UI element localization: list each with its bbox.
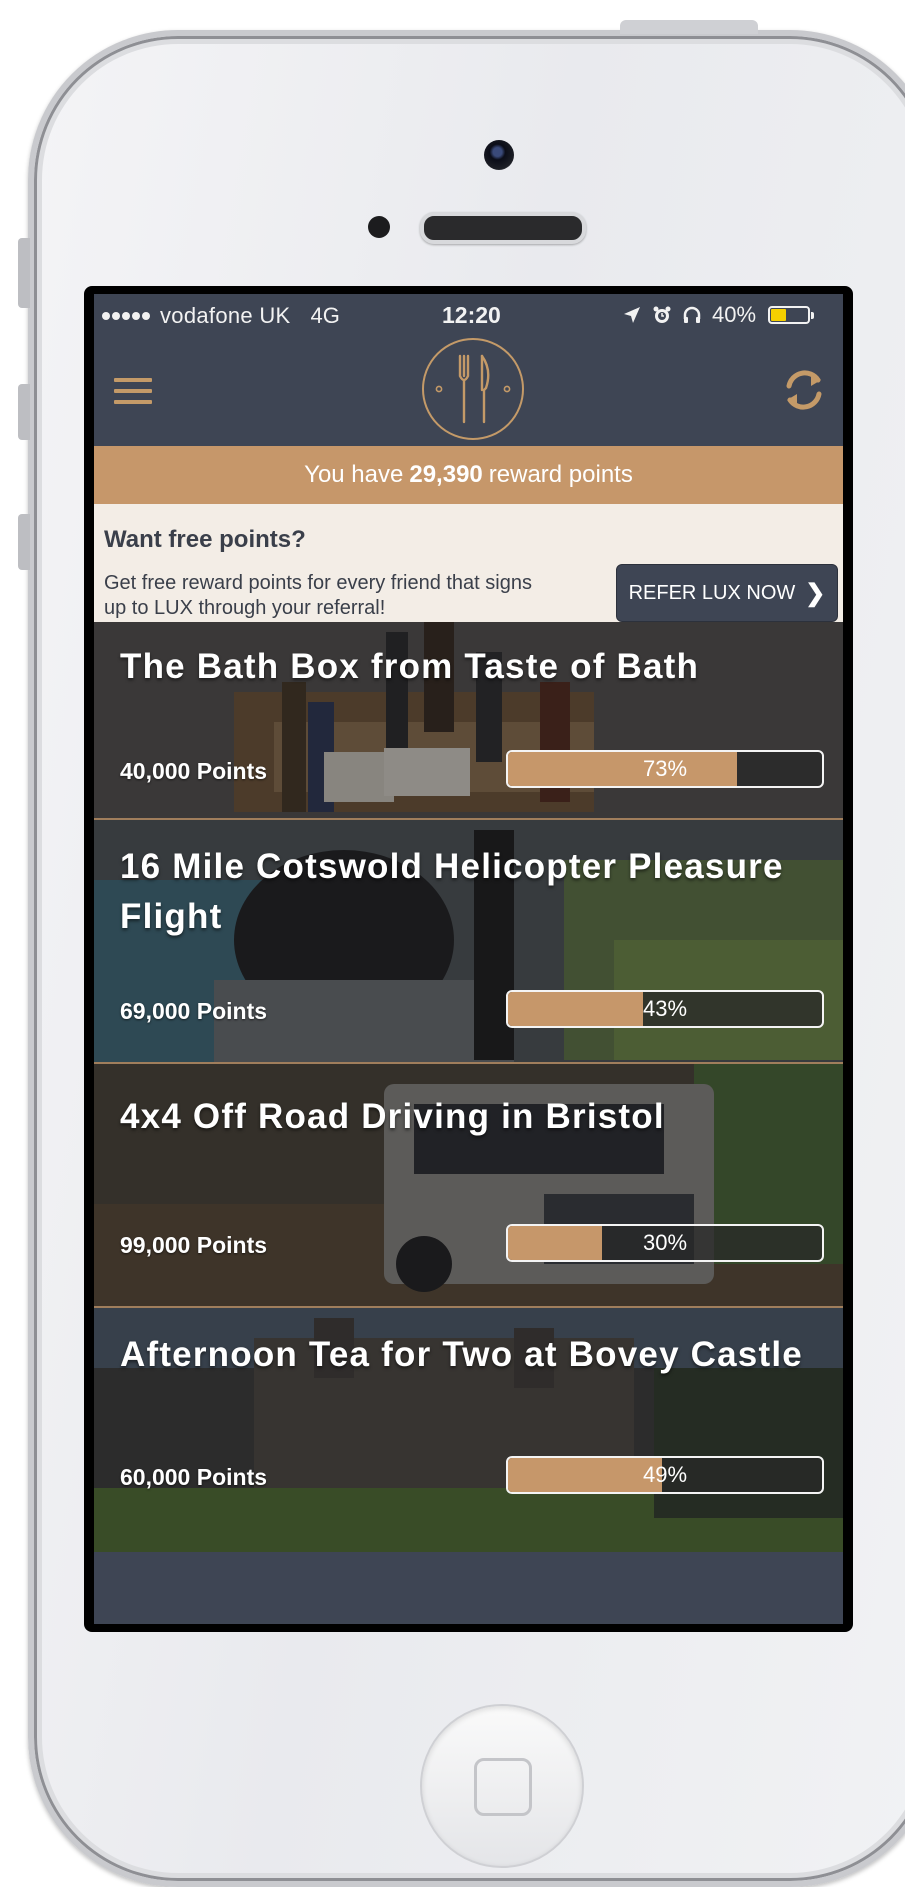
earpiece-speaker xyxy=(420,212,586,244)
refer-lux-button[interactable]: REFER LUX NOW ❯ xyxy=(616,564,838,622)
refer-button-label: REFER LUX NOW xyxy=(628,581,796,604)
home-button[interactable] xyxy=(420,1704,584,1868)
reward-title: Afternoon Tea for Two at Bovey Castle xyxy=(120,1335,803,1374)
points-value: 29,390 xyxy=(409,461,483,488)
network-type: 4G xyxy=(310,303,340,328)
chevron-right-icon: ❯ xyxy=(805,579,826,607)
reward-progress-bar: 49% xyxy=(506,1456,824,1494)
reward-progress-bar: 43% xyxy=(506,990,824,1028)
progress-label: 49% xyxy=(642,1462,688,1487)
carrier-name: vodafone UK xyxy=(160,303,291,328)
progress-label: 30% xyxy=(642,1230,688,1255)
battery-icon xyxy=(768,306,815,324)
reward-points: 60,000 Points xyxy=(120,1464,268,1490)
proximity-sensor xyxy=(368,216,390,238)
reward-points-banner: You have 29,390 reward points xyxy=(94,446,843,504)
alarm-clock-icon xyxy=(653,306,671,323)
reward-points: 40,000 Points xyxy=(120,758,268,784)
hamburger-menu-icon[interactable] xyxy=(114,378,152,408)
power-button xyxy=(620,20,758,34)
progress-label: 73% xyxy=(642,756,688,781)
points-prefix: You have xyxy=(304,461,404,488)
refresh-icon[interactable] xyxy=(780,366,828,414)
home-square-icon xyxy=(474,1758,532,1816)
status-left: vodafone UK 4G xyxy=(102,303,340,329)
points-suffix: reward points xyxy=(488,461,633,488)
fork-knife-logo-icon xyxy=(422,338,524,440)
battery-percent: 40% xyxy=(712,302,757,327)
reward-points: 69,000 Points xyxy=(120,998,268,1024)
reward-title: 4x4 Off Road Driving in Bristol xyxy=(120,1097,665,1136)
reward-title: The Bath Box from Taste of Bath xyxy=(120,647,700,686)
reward-card[interactable]: 16 Mile Cotswold Helicopter Pleasure Fli… xyxy=(94,820,843,1064)
headphones-icon xyxy=(683,306,701,323)
reward-points: 99,000 Points xyxy=(120,1232,268,1258)
nav-bar xyxy=(94,336,843,446)
reward-progress-bar: 30% xyxy=(506,1224,824,1262)
reward-title: 16 Mile Cotswold Helicopter Pleasure Fli… xyxy=(120,847,784,936)
reward-card[interactable]: Afternoon Tea for Two at Bovey Castle 60… xyxy=(94,1308,843,1552)
reward-card[interactable]: The Bath Box from Taste of Bath 40,000 P… xyxy=(94,622,843,820)
mute-switch xyxy=(18,238,30,308)
status-time: 12:20 xyxy=(442,302,501,328)
referral-title: Want free points? xyxy=(104,526,306,553)
volume-down-button xyxy=(18,514,30,570)
app-screen: vodafone UK 4G 12:20 40% You have 29,390… xyxy=(94,294,843,1624)
front-camera xyxy=(484,140,514,170)
volume-up-button xyxy=(18,384,30,440)
referral-text: Get free reward points for every friend … xyxy=(104,572,532,619)
status-right: 40% xyxy=(622,302,815,328)
location-arrow-icon xyxy=(624,307,640,323)
reward-progress-bar: 73% xyxy=(506,750,824,788)
referral-panel: Want free points? Get free reward points… xyxy=(94,504,843,622)
progress-label: 43% xyxy=(642,996,688,1021)
status-bar: vodafone UK 4G 12:20 40% xyxy=(94,294,843,336)
phone-screen: vodafone UK 4G 12:20 40% You have 29,390… xyxy=(84,286,853,1632)
reward-card[interactable]: 4x4 Off Road Driving in Bristol 99,000 P… xyxy=(94,1064,843,1308)
signal-strength-icon xyxy=(102,312,150,320)
